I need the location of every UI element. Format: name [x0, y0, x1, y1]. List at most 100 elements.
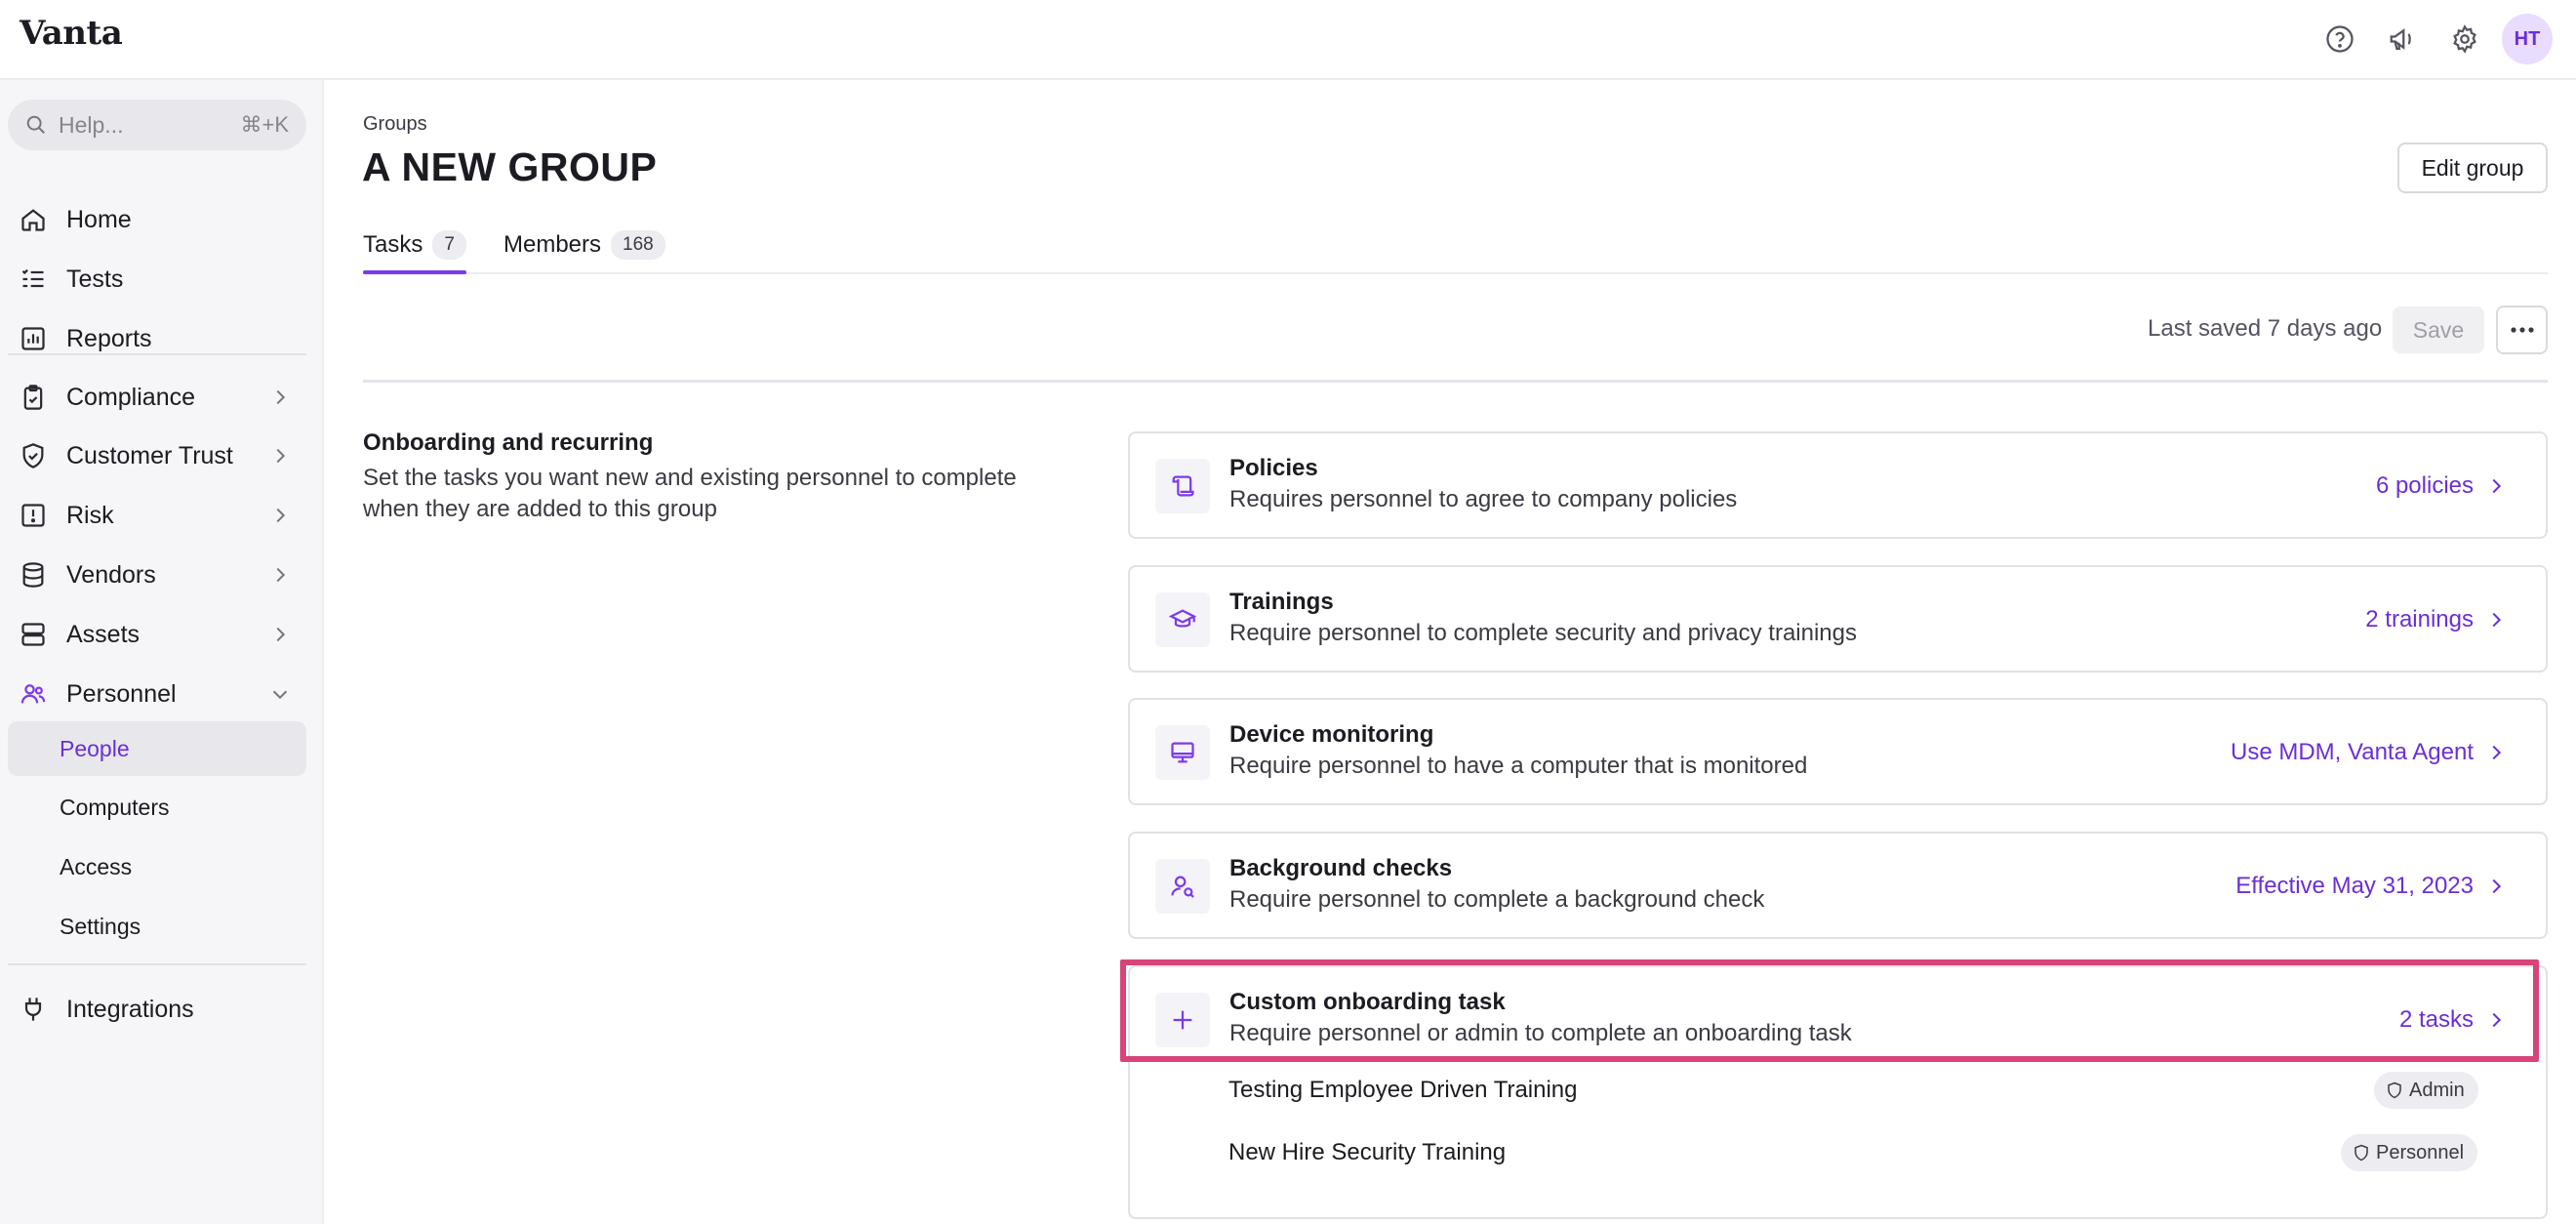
task-card-device-monitoring[interactable]: Device monitoring Require personnel to h… — [1128, 698, 2548, 805]
plus-icon — [1173, 1010, 1192, 1030]
search-placeholder: Help... — [59, 111, 124, 138]
ellipsis-icon — [2510, 327, 2534, 333]
page-title: A NEW GROUP — [362, 144, 658, 189]
sidebar-item-label: Tests — [66, 265, 124, 293]
card-title: Custom onboarding task — [1229, 989, 1506, 1015]
section-description: Set the tasks you want new and existing … — [363, 465, 1017, 522]
tab-count-badge: 168 — [611, 230, 665, 260]
task-card-trainings[interactable]: Trainings Require personnel to complete … — [1128, 565, 2548, 673]
sidebar-item-integrations[interactable]: Integrations — [8, 982, 306, 1037]
edit-group-button[interactable]: Edit group — [2397, 143, 2548, 193]
tab-tasks[interactable]: Tasks 7 — [363, 230, 466, 260]
role-badge-label: Personnel — [2376, 1141, 2465, 1163]
card-icon-box — [1155, 993, 1210, 1047]
sidebar-item-label: Vendors — [66, 560, 156, 589]
section-title: Onboarding and recurring — [363, 429, 654, 456]
card-value-link[interactable]: 6 policies — [2376, 472, 2474, 500]
tab-members[interactable]: Members 168 — [503, 230, 665, 260]
card-icon-box — [1155, 725, 1210, 780]
sidebar-subitem-computers[interactable]: Computers — [8, 780, 306, 835]
sidebar-item-vendors[interactable]: Vendors — [8, 548, 306, 602]
active-tab-indicator — [363, 270, 466, 274]
tab-count-badge: 7 — [432, 230, 466, 260]
sidebar-item-risk[interactable]: Risk — [8, 488, 306, 543]
checklist-icon — [21, 268, 44, 288]
chevron-down-icon — [272, 690, 288, 700]
search-shortcut: ⌘+K — [240, 112, 289, 137]
sidebar: Help... ⌘+K Home Tests Reports Complianc… — [0, 80, 324, 1224]
sidebar-item-label: Personnel — [66, 679, 177, 708]
chevron-right-icon — [276, 448, 286, 464]
graduation-cap-icon — [1169, 609, 1196, 628]
card-description: Require personnel to have a computer tha… — [1229, 753, 1808, 779]
card-description: Require personnel or admin to complete a… — [1229, 1020, 1852, 1046]
sidebar-item-reports[interactable]: Reports — [8, 311, 306, 366]
plug-icon — [24, 998, 42, 1021]
sidebar-subitem-access[interactable]: Access — [8, 839, 306, 894]
card-value-link[interactable]: Effective May 31, 2023 — [2235, 873, 2474, 900]
chevron-right-icon — [276, 567, 286, 583]
gear-icon[interactable] — [2439, 14, 2490, 64]
custom-task-item[interactable]: New Hire Security Training — [1228, 1139, 1506, 1166]
more-options-button[interactable] — [2496, 306, 2548, 354]
sidebar-item-label: Risk — [66, 501, 114, 529]
card-title: Trainings — [1229, 589, 1334, 615]
card-description: Require personnel to complete a backgrou… — [1229, 886, 1765, 913]
help-circle-icon[interactable] — [2314, 14, 2365, 64]
last-saved-status: Last saved 7 days ago — [2148, 315, 2383, 342]
card-description: Requires personnel to agree to company p… — [1229, 486, 1738, 512]
section-divider — [363, 380, 2548, 383]
role-badge-label: Admin — [2409, 1079, 2465, 1101]
shield-check-icon — [22, 443, 44, 469]
alert-square-icon — [21, 504, 45, 527]
tab-label: Members — [503, 231, 602, 258]
task-card-background-checks[interactable]: Background checks Require personnel to c… — [1128, 832, 2548, 939]
sidebar-item-tests[interactable]: Tests — [8, 252, 306, 306]
card-icon-box — [1155, 859, 1210, 914]
chevron-right-icon — [2492, 878, 2502, 894]
shield-icon — [2388, 1081, 2401, 1099]
search-icon — [26, 115, 45, 134]
policy-scroll-icon — [1172, 475, 1194, 497]
database-icon — [22, 562, 44, 588]
sidebar-item-label: Assets — [66, 620, 141, 648]
sidebar-item-label: Compliance — [66, 383, 196, 411]
server-icon — [21, 623, 45, 646]
sidebar-item-compliance[interactable]: Compliance — [8, 370, 306, 425]
custom-task-item[interactable]: Testing Employee Driven Training — [1228, 1077, 1578, 1104]
sidebar-item-label: Customer Trust — [66, 441, 233, 469]
card-value-link[interactable]: Use MDM, Vanta Agent — [2231, 739, 2474, 766]
people-icon — [20, 684, 46, 704]
save-button[interactable]: Save — [2393, 306, 2484, 353]
chevron-right-icon — [2492, 745, 2502, 760]
chevron-right-icon — [2492, 612, 2502, 628]
person-search-icon — [1171, 876, 1194, 898]
card-value-link[interactable]: 2 tasks — [2399, 1006, 2474, 1034]
megaphone-icon[interactable] — [2377, 14, 2428, 64]
home-icon — [21, 209, 45, 231]
sidebar-item-label: Integrations — [66, 995, 194, 1023]
card-icon-box — [1155, 459, 1210, 513]
tab-label: Tasks — [363, 231, 423, 258]
card-icon-box — [1155, 592, 1210, 647]
sidebar-item-customer-trust[interactable]: Customer Trust — [8, 428, 306, 483]
chevron-right-icon — [276, 627, 286, 642]
report-icon — [21, 327, 45, 350]
card-title: Policies — [1229, 455, 1318, 481]
card-value-link[interactable]: 2 trainings — [2365, 606, 2474, 633]
help-search-input[interactable]: Help... ⌘+K — [8, 100, 306, 150]
role-badge-admin: Admin — [2374, 1072, 2478, 1109]
tabs-divider — [363, 272, 2548, 274]
sidebar-subitem-settings[interactable]: Settings — [8, 899, 306, 954]
sidebar-subitem-people[interactable]: People — [8, 721, 306, 776]
task-card-policies[interactable]: Policies Requires personnel to agree to … — [1128, 431, 2548, 539]
role-badge-personnel: Personnel — [2341, 1134, 2478, 1171]
sidebar-item-personnel[interactable]: Personnel — [8, 667, 306, 721]
vanta-logo[interactable]: Vanta — [20, 14, 123, 53]
sidebar-divider — [8, 353, 306, 355]
breadcrumb[interactable]: Groups — [363, 113, 427, 136]
user-avatar[interactable]: HT — [2502, 14, 2553, 64]
sidebar-item-label: Home — [66, 205, 132, 233]
sidebar-item-home[interactable]: Home — [8, 192, 306, 247]
sidebar-item-assets[interactable]: Assets — [8, 607, 306, 662]
